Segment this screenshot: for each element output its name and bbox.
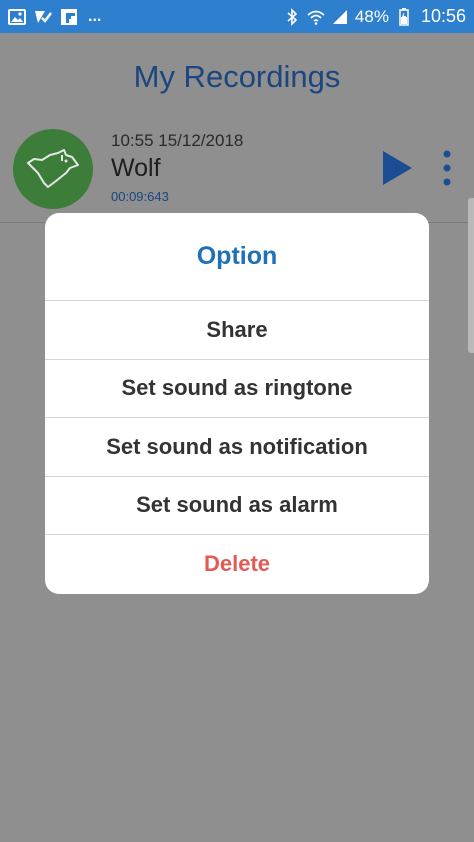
- more-notifications-indicator: ...: [88, 7, 102, 25]
- set-notification-option[interactable]: Set sound as notification: [45, 418, 429, 477]
- more-vert-icon: [443, 150, 451, 186]
- share-option[interactable]: Share: [45, 301, 429, 360]
- status-bar: ... 48% 10:56: [0, 0, 474, 33]
- recording-datetime: 10:55 15/12/2018: [111, 131, 244, 150]
- set-alarm-option[interactable]: Set sound as alarm: [45, 477, 429, 535]
- recording-duration: 00:09:643: [111, 189, 169, 204]
- play-button[interactable]: [380, 149, 414, 187]
- recording-avatar: [13, 129, 93, 209]
- wifi-icon: [307, 8, 325, 26]
- gallery-icon: [8, 8, 26, 26]
- battery-percent: 48%: [354, 6, 389, 26]
- set-ringtone-option[interactable]: Set sound as ringtone: [45, 360, 429, 418]
- signal-icon: [331, 8, 349, 26]
- wolf-icon: [27, 149, 79, 188]
- checklist-icon: [34, 8, 52, 26]
- recording-list-item[interactable]: 10:55 15/12/2018 Wolf 00:09:643: [0, 129, 474, 223]
- more-options-button[interactable]: [438, 147, 456, 189]
- scrollbar[interactable]: [468, 198, 474, 353]
- status-time: 10:56: [420, 6, 466, 26]
- battery-icon: [395, 7, 413, 26]
- options-dialog: Option Share Set sound as ringtone Set s…: [45, 213, 429, 594]
- status-bar-right: 48% 10:56: [283, 6, 466, 27]
- status-bar-left: ...: [8, 8, 101, 26]
- dialog-title: Option: [45, 213, 429, 301]
- page-title: My Recordings: [133, 59, 341, 94]
- play-icon: [383, 151, 412, 185]
- bluetooth-icon: [283, 7, 301, 26]
- flipboard-icon: [60, 8, 78, 26]
- recording-name: Wolf: [111, 154, 161, 182]
- delete-option[interactable]: Delete: [45, 535, 429, 594]
